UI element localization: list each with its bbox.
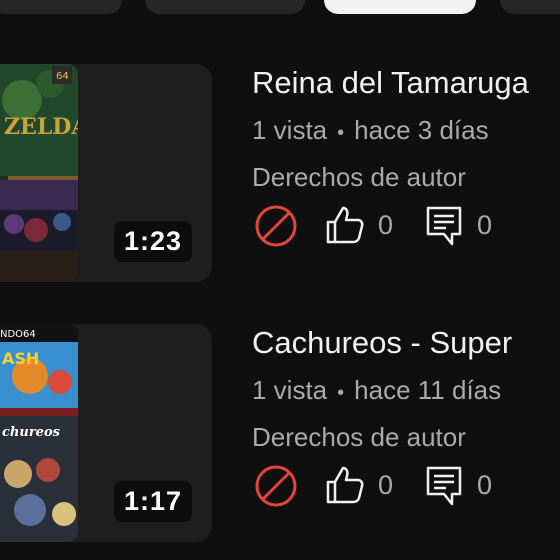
comment-icon[interactable] [424, 204, 464, 253]
duration-badge: 1:23 [113, 221, 192, 262]
video-item[interactable]: NDO64 ASH chureos 1:17 Cachureos - Super [0, 324, 560, 554]
meta-separator: • [337, 382, 345, 404]
thumbnail-title-text: ASH [2, 349, 39, 368]
copyright-status[interactable]: Derechos de autor [252, 421, 560, 453]
thumbs-up-icon[interactable] [324, 204, 366, 251]
video-meta: 1 vista • hace 11 días [252, 374, 560, 409]
thumbnail-image: NDO64 ASH chureos [0, 324, 78, 542]
filter-chip[interactable] [145, 0, 305, 14]
thumbnail-subtitle-text: chureos [2, 425, 61, 440]
no-entry-icon[interactable] [254, 204, 298, 253]
video-details: Reina del Tamaruga 1 vista • hace 3 días D… [252, 64, 560, 247]
like-count: 0 [378, 470, 394, 500]
meta-separator: • [337, 122, 345, 144]
video-thumbnail[interactable]: 64 ZELDA 1:23 [0, 64, 212, 282]
video-item[interactable]: 64 ZELDA 1:23 Reina del Tamaruga 1 vista… [0, 64, 560, 294]
svg-text:64: 64 [56, 71, 69, 82]
thumbnail-logo-text: ZELDA [4, 114, 78, 140]
thumbs-up-icon[interactable] [324, 464, 366, 511]
video-meta: 1 vista • hace 3 días [252, 114, 560, 149]
thumbnail-brand-text: NDO64 [0, 329, 36, 340]
upload-age: hace 3 días [354, 115, 489, 145]
no-entry-icon[interactable] [254, 464, 298, 513]
filter-chip-selected[interactable] [324, 0, 476, 14]
video-thumbnail[interactable]: NDO64 ASH chureos 1:17 [0, 324, 212, 542]
video-list-screen: 64 ZELDA 1:23 Reina del Tamaruga 1 vista… [0, 0, 560, 560]
video-title[interactable]: Reina del Tamaruga [252, 64, 560, 102]
view-count: 1 vista [252, 115, 328, 145]
filter-chip[interactable] [0, 0, 122, 14]
duration-badge: 1:17 [113, 481, 192, 522]
comment-count: 0 [477, 210, 493, 240]
like-count: 0 [378, 210, 394, 240]
comment-icon[interactable] [424, 464, 464, 513]
filter-chip[interactable] [500, 0, 560, 14]
video-title[interactable]: Cachureos - Super [252, 324, 560, 362]
upload-age: hace 11 días [354, 375, 502, 405]
view-count: 1 vista [252, 375, 328, 405]
video-details: Cachureos - Super 1 vista • hace 11 días D… [252, 324, 560, 507]
thumbnail-image: 64 ZELDA [0, 64, 78, 282]
comment-count: 0 [477, 470, 493, 500]
copyright-status[interactable]: Derechos de autor [252, 161, 560, 193]
